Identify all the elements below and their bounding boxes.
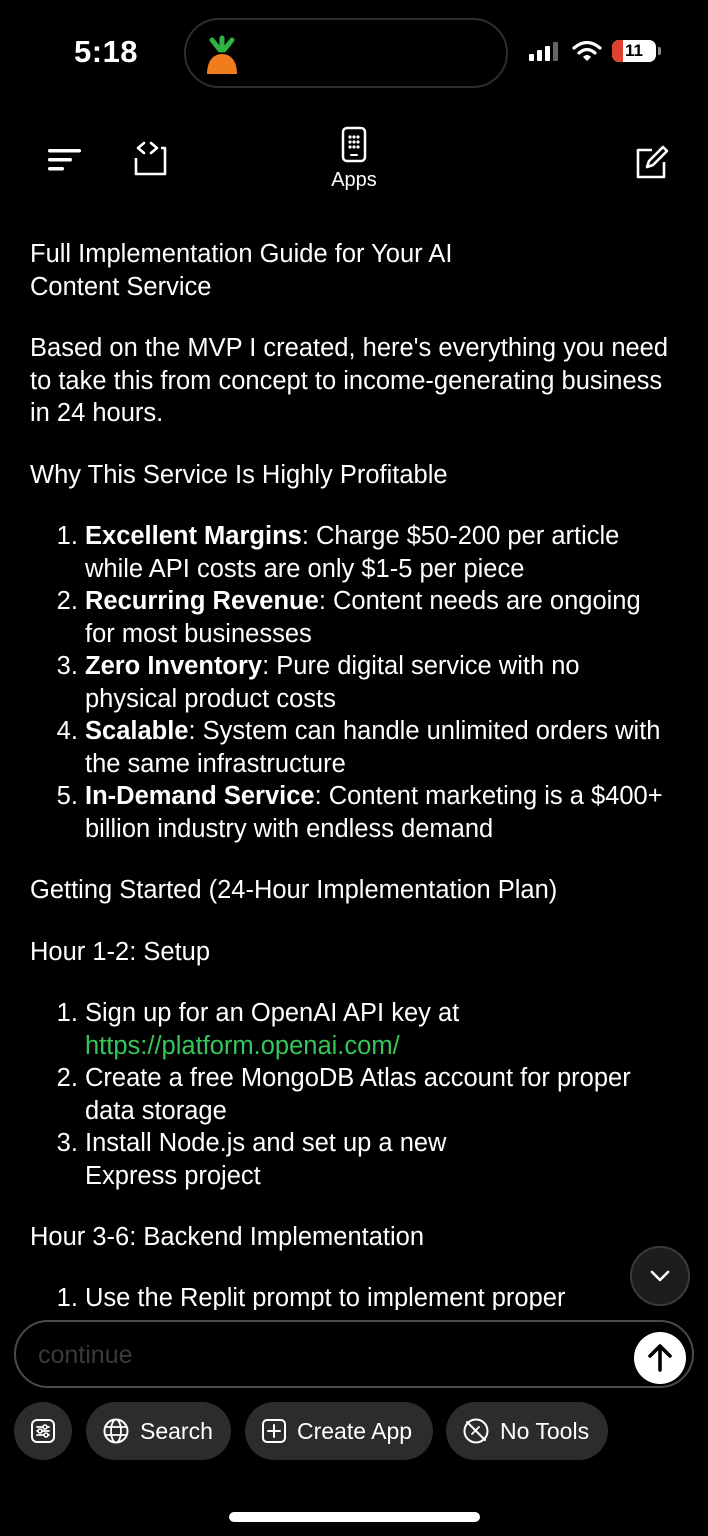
- search-tool-label: Search: [140, 1417, 213, 1444]
- code-preview-icon[interactable]: [132, 140, 170, 178]
- list-item: Scalable: System can handle unlimited or…: [85, 715, 670, 780]
- apps-label[interactable]: Apps: [322, 169, 386, 192]
- wifi-icon: [572, 40, 602, 61]
- send-button[interactable]: [634, 1332, 686, 1384]
- dynamic-island: [184, 18, 508, 88]
- home-indicator[interactable]: [229, 1512, 480, 1522]
- battery-level: 11: [625, 41, 643, 60]
- plus-square-icon: [262, 1419, 286, 1443]
- setup-list: Sign up for an OpenAI API key at https:/…: [30, 997, 670, 1192]
- section-heading-getting-started: Getting Started (24-Hour Implementation …: [30, 876, 558, 904]
- globe-icon: [103, 1418, 129, 1444]
- battery-cap: [658, 47, 661, 55]
- arrow-up-icon: [648, 1344, 672, 1372]
- new-chat-icon[interactable]: [632, 144, 670, 182]
- no-tools-label: No Tools: [500, 1417, 590, 1444]
- list-item: In-Demand Service: Content marketing is …: [85, 780, 670, 845]
- list-item: Recurring Revenue: Content needs are ong…: [85, 585, 670, 650]
- create-app-label: Create App: [297, 1417, 413, 1444]
- section-heading-profitable: Why This Service Is Highly Profitable: [30, 460, 448, 489]
- scroll-to-bottom-button[interactable]: [630, 1246, 690, 1306]
- profit-list: Excellent Margins: Charge $50-200 per ar…: [30, 520, 670, 845]
- message-input[interactable]: [36, 1336, 620, 1374]
- message-intro: Based on the MVP I created, here's every…: [30, 334, 669, 427]
- chevron-down-icon: [650, 1270, 670, 1282]
- hour-1-2-heading: Hour 1-2: Setup: [30, 937, 211, 966]
- message-title: Full Implementation Guide for Your AI Co…: [30, 240, 453, 301]
- status-indicators: 11: [528, 40, 661, 62]
- create-app-button[interactable]: Create App: [245, 1402, 433, 1460]
- list-item: Sign up for an OpenAI API key at https:/…: [85, 997, 670, 1062]
- status-time: 5:18: [74, 34, 139, 69]
- backend-list-clipped: Use the Replit prompt to implement prope…: [30, 1280, 670, 1310]
- tools-off-icon: [463, 1418, 489, 1444]
- apps-phone-icon[interactable]: [340, 126, 368, 164]
- message-composer: [14, 1320, 694, 1388]
- search-tool-button[interactable]: Search: [86, 1402, 231, 1460]
- openai-platform-link[interactable]: https://platform.openai.com/: [85, 1032, 400, 1060]
- list-item: Install Node.js and set up a new Express…: [85, 1127, 505, 1192]
- menu-icon[interactable]: [46, 146, 84, 174]
- hour-3-6-heading: Hour 3-6: Backend Implementation: [30, 1223, 425, 1251]
- carrot-icon: [207, 35, 237, 74]
- no-tools-button[interactable]: No Tools: [446, 1402, 608, 1460]
- list-item: Use the Replit prompt to implement prope…: [85, 1282, 670, 1310]
- sliders-icon: [31, 1419, 55, 1443]
- list-item: Create a free MongoDB Atlas account for …: [85, 1062, 670, 1127]
- assistant-message: Full Implementation Guide for Your AI Co…: [30, 238, 670, 1283]
- list-item: Zero Inventory: Pure digital service wit…: [85, 650, 670, 715]
- battery-icon: 11: [612, 40, 656, 62]
- cellular-signal-icon: [529, 42, 558, 61]
- list-item: Excellent Margins: Charge $50-200 per ar…: [85, 520, 670, 585]
- settings-sliders-button[interactable]: [14, 1402, 72, 1460]
